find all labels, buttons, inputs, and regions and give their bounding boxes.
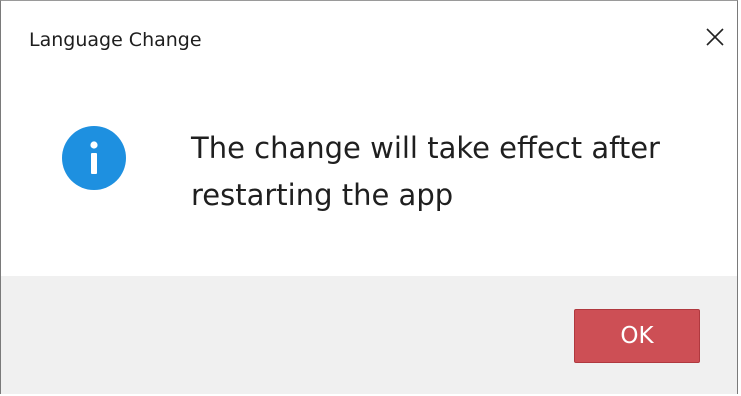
- title-bar: Language Change: [1, 1, 737, 83]
- dialog-footer: OK: [1, 276, 737, 394]
- info-icon: [62, 126, 126, 190]
- close-button[interactable]: [693, 15, 737, 59]
- dialog-content: The change will take effect after restar…: [1, 83, 737, 276]
- dialog-title: Language Change: [29, 29, 202, 51]
- language-change-dialog: Language Change The change will take eff…: [0, 0, 738, 394]
- ok-button[interactable]: OK: [574, 309, 700, 363]
- close-icon: [706, 28, 724, 46]
- dialog-message: The change will take effect after restar…: [191, 131, 660, 212]
